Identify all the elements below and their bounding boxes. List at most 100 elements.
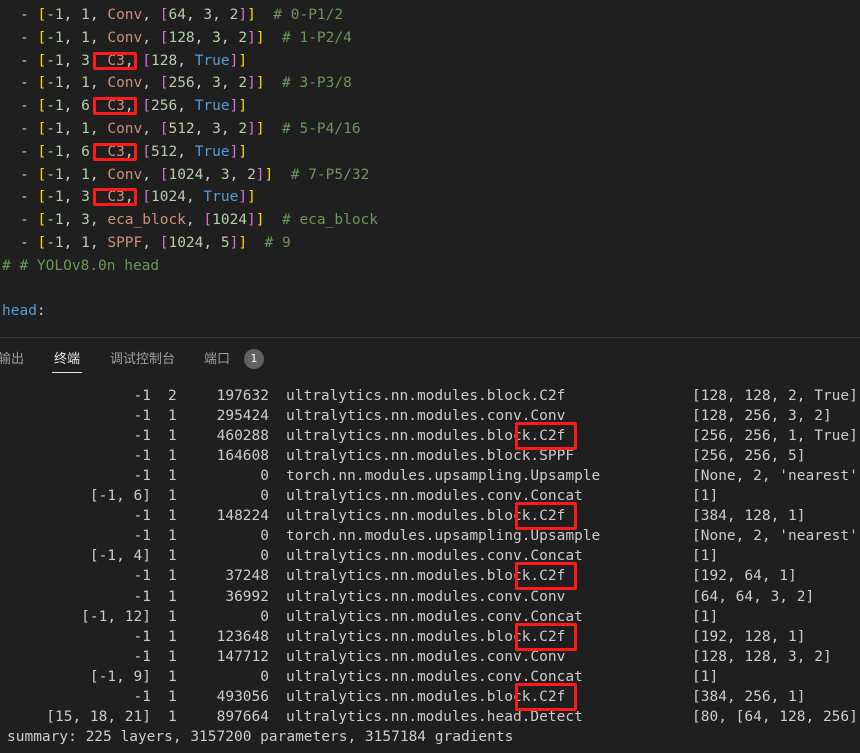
layer-params: 0: [260, 608, 269, 625]
layer-repeats: 1: [81, 29, 90, 46]
head-key: head: [2, 303, 37, 320]
layer-args: [1]: [692, 608, 719, 625]
layer-arg: True: [203, 189, 239, 206]
layer-arg: 256: [151, 98, 178, 115]
layer-arg: 1024: [168, 235, 204, 251]
layer-params: 0: [260, 488, 269, 505]
layer-repeats: 1: [168, 708, 177, 725]
layer-from: -1: [46, 7, 64, 23]
layer-arg: 64: [168, 7, 186, 23]
layer-repeats: 1: [81, 166, 90, 183]
layer-params: 0: [260, 528, 269, 545]
head-colon: :: [36, 303, 46, 320]
table-row: -1 1 147712 ultralytics.nn.modules.conv.Con…: [0, 647, 860, 667]
layer-repeats: 1: [168, 508, 177, 525]
layer-args: [384, 256, 1]: [692, 688, 806, 705]
layer-arg: 1024: [151, 189, 186, 206]
layer-repeats: 1: [168, 488, 177, 505]
layer-repeats: 1: [168, 428, 177, 445]
layer-arg: 3: [212, 75, 221, 92]
module-highlight-box: [93, 188, 137, 207]
code-line: - [-1, 1, SPPF, [1024, 5]] # 9: [20, 235, 291, 251]
layer-arg: 512: [168, 121, 195, 137]
layer-from: -1: [46, 121, 64, 137]
layer-args: [128, 128, 3, 2]: [692, 648, 832, 665]
layer-repeats: 2: [168, 388, 177, 404]
module-highlight-box: [515, 422, 578, 451]
layer-arg: 2: [247, 166, 256, 183]
layer-arg: 2: [238, 75, 248, 92]
layer-from: -1: [133, 508, 151, 525]
table-row: [-1, 12] 1 0 ultralytics.nn.modules.conv.Co…: [0, 607, 860, 627]
summary-line: summary: 225 layers, 3157200 parameters,…: [7, 728, 514, 745]
layer-from: -1: [46, 52, 64, 69]
layer-repeats: 1: [168, 468, 177, 485]
table-row: -1 1 0 torch.nn.modules.upsampling.Upsample…: [0, 526, 860, 546]
layer-module: SPPF: [107, 235, 143, 251]
layer-params: 197632: [216, 388, 269, 404]
layer-from: [-1, 4]: [89, 548, 151, 565]
layer-arg: 256: [168, 75, 195, 92]
layer-repeats: 1: [168, 448, 177, 465]
layer-args: [384, 128, 1]: [692, 508, 806, 525]
layer-params: 37248: [225, 568, 269, 585]
layer-from: -1: [46, 235, 64, 251]
layer-args: [64, 64, 3, 2]: [692, 588, 815, 605]
layer-from: -1: [133, 648, 151, 665]
code-editor[interactable]: - [-1, 1, Conv, [64, 3, 2]] # 0-P1/2 - [-…: [0, 0, 860, 337]
layer-repeats: 1: [168, 528, 177, 545]
layer-args: [1]: [692, 668, 719, 685]
layer-from: -1: [133, 528, 151, 545]
layer-from: -1: [46, 143, 64, 160]
table-row: -1 1 36992 ultralytics.nn.modules.conv.Conv…: [0, 587, 860, 607]
terminal-output[interactable]: -1 2 197632 ultralytics.nn.modules.block.C2…: [0, 385, 860, 753]
layer-args: [128, 128, 2, True]: [692, 388, 858, 404]
layer-from: -1: [133, 588, 151, 605]
tab-output[interactable]: 输出: [0, 350, 24, 370]
layer-module: Conv: [107, 121, 143, 137]
layer-from: [15, 18, 21]: [46, 708, 151, 725]
layer-arg: 3: [220, 166, 230, 183]
layer-comment: # 1-P2/4: [282, 29, 352, 46]
table-row: -1 1 37248 ultralytics.nn.modules.block.C2f…: [0, 566, 860, 586]
table-row: -1 1 295424 ultralytics.nn.modules.conv.Con…: [0, 406, 860, 426]
layer-from: -1: [46, 166, 64, 183]
layer-from: -1: [133, 448, 151, 465]
layer-arg: 1024: [168, 166, 204, 183]
layer-repeats: 1: [168, 608, 177, 625]
code-line: - [-1, 1, Conv, [256, 3, 2]] # 3-P3/8: [20, 75, 352, 92]
table-row: -1 1 493056 ultralytics.nn.modules.block.C2…: [0, 687, 860, 707]
layer-repeats: 1: [168, 588, 177, 605]
layer-from: -1: [133, 388, 151, 404]
code-line: - [-1, 1, Conv, [64, 3, 2]] # 0-P1/2: [20, 7, 344, 23]
tab-debug-console[interactable]: 调试控制台: [110, 350, 175, 370]
layer-comment: # 5-P4/16: [282, 121, 361, 137]
layer-module: Conv: [107, 166, 143, 183]
tab-ports[interactable]: 端口: [204, 350, 230, 370]
layer-from: -1: [46, 98, 64, 115]
layer-repeats: 3: [81, 52, 90, 69]
layer-module: Conv: [107, 7, 143, 23]
layer-repeats: 1: [81, 75, 90, 92]
layer-repeats: 1: [81, 121, 90, 137]
table-row: -1 1 0 torch.nn.modules.upsampling.Upsample…: [0, 466, 860, 486]
layer-args: [256, 256, 5]: [692, 448, 806, 465]
module-highlight-box: [515, 562, 578, 591]
head-section-comment: # # YOLOv8.0n head: [2, 257, 160, 274]
layer-from: -1: [133, 408, 151, 425]
tab-terminal[interactable]: 终端: [54, 350, 80, 370]
layer-arg: 128: [151, 52, 178, 69]
layer-args: [192, 128, 1]: [692, 628, 806, 645]
layer-from: -1: [133, 468, 151, 485]
layer-args: [80, [64, 128, 256]]: [692, 708, 860, 725]
table-row: [-1, 9] 1 0 ultralytics.nn.modules.conv.Con…: [0, 667, 860, 687]
layer-repeats: 6: [81, 143, 90, 160]
layer-repeats: 1: [168, 408, 177, 425]
layer-args: [128, 256, 3, 2]: [692, 408, 832, 425]
code-line: - [-1, 3, C3, [1024, True]]: [20, 189, 256, 206]
layer-args: [1]: [692, 488, 719, 505]
layer-repeats: 6: [81, 98, 90, 115]
module-highlight-box: [93, 142, 137, 161]
layer-repeats: 1: [81, 7, 90, 23]
module-highlight-box: [515, 682, 578, 711]
